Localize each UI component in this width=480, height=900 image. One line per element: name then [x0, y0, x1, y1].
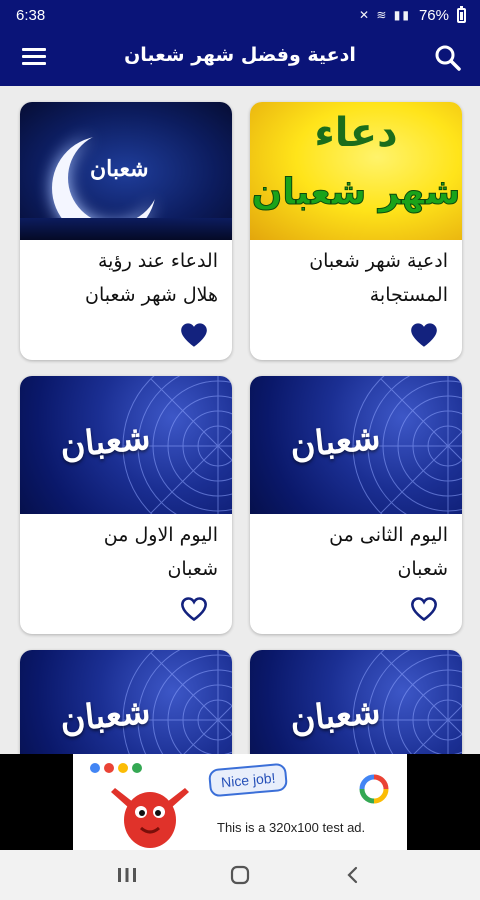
ad-banner[interactable]: Nice job! This is a 320x100 test ad.	[73, 754, 407, 850]
card-row3-left[interactable]: شعبان	[20, 650, 232, 754]
card-title-line: هلال شهر شعبان	[85, 284, 218, 306]
search-icon[interactable]	[434, 44, 462, 72]
ad-text: This is a 320x100 test ad.	[217, 820, 366, 835]
app-bar: ادعية وفضل شهر شعبان	[0, 30, 480, 86]
back-icon	[347, 866, 358, 884]
card-day-two[interactable]: شعبان اليوم الثانى من شعبان	[250, 376, 462, 634]
battery-icon	[457, 5, 466, 23]
status-time: 6:38	[16, 6, 46, 24]
ad-container: Nice job! This is a 320x100 test ad.	[0, 754, 480, 850]
card-image: شعبان	[20, 102, 232, 240]
red-monster-icon	[111, 788, 189, 848]
ad-logo-icon	[359, 774, 389, 804]
card-image: شعبان	[20, 376, 232, 514]
image-text: شعبان	[90, 156, 149, 182]
card-title-line: ادعية شهر شعبان	[309, 250, 448, 272]
card-grid[interactable]: دعاء شهر شعبان ادعية شهر شعبان المستجابة…	[0, 86, 480, 754]
heart-filled-icon[interactable]	[180, 322, 208, 348]
heart-outline-icon[interactable]	[410, 596, 438, 622]
card-title: ادعية شهر شعبان المستجابة	[250, 240, 462, 318]
back-button[interactable]	[333, 860, 373, 890]
card-title: اليوم الثانى من شعبان	[250, 514, 462, 592]
system-nav-bar	[0, 850, 480, 900]
image-text: شهر شعبان	[251, 172, 461, 214]
card-image: شعبان	[250, 650, 462, 754]
ad-bubble: Nice job!	[207, 762, 289, 798]
app-title: ادعية وفضل شهر شعبان	[124, 44, 356, 66]
home-icon	[230, 865, 250, 885]
status-icons-group: ✕ ≋ ▮▮ 76%	[358, 5, 466, 24]
recent-apps-button[interactable]	[107, 860, 147, 890]
card-title-line: الدعاء عند رؤية	[97, 250, 218, 272]
menu-icon[interactable]	[22, 48, 46, 66]
status-bar: 6:38 ✕ ≋ ▮▮ 76%	[0, 0, 480, 30]
signal-icon: ✕ ≋ ▮▮	[358, 8, 411, 22]
home-button[interactable]	[220, 860, 260, 890]
image-text: دعاء	[314, 110, 398, 156]
card-title-line: شعبان	[167, 558, 218, 580]
battery-percent: 76%	[418, 6, 449, 24]
card-image: شعبان	[20, 650, 232, 754]
card-row3-right[interactable]: شعبان	[250, 650, 462, 754]
card-title-line: اليوم الاول من	[103, 524, 218, 546]
recent-apps-icon	[117, 868, 136, 882]
card-day-one[interactable]: شعبان اليوم الاول من شعبان	[20, 376, 232, 634]
water-reflection	[20, 218, 232, 240]
card-title-line: المستجابة	[369, 284, 448, 306]
card-image: شعبان	[250, 376, 462, 514]
heart-filled-icon[interactable]	[410, 322, 438, 348]
card-crescent-dua[interactable]: شعبان الدعاء عند رؤية هلال شهر شعبان	[20, 102, 232, 360]
card-title: الدعاء عند رؤية هلال شهر شعبان	[20, 240, 232, 318]
card-title: اليوم الاول من شعبان	[20, 514, 232, 592]
card-shaaban-duas[interactable]: دعاء شهر شعبان ادعية شهر شعبان المستجابة	[250, 102, 462, 360]
heart-outline-icon[interactable]	[180, 596, 208, 622]
card-title-line: شعبان	[397, 558, 448, 580]
card-title-line: اليوم الثانى من	[329, 524, 448, 546]
card-image: دعاء شهر شعبان	[250, 102, 462, 240]
